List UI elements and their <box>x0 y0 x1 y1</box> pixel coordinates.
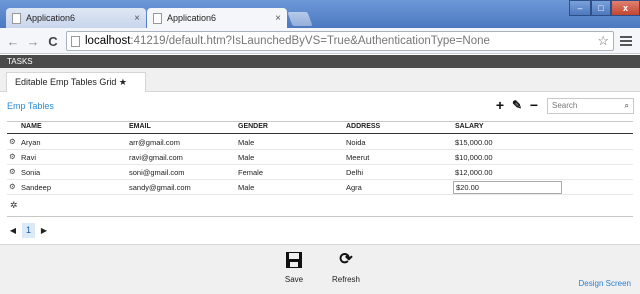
tab-label: Application6 <box>26 13 76 23</box>
salary-edit-input[interactable]: $20.00 <box>453 181 562 194</box>
row-gear-icon[interactable]: ⚙ <box>9 167 16 176</box>
search-icon[interactable]: ⌕ <box>625 99 629 113</box>
maximize-button[interactable]: □ <box>591 0 611 16</box>
tab-label: Application6 <box>167 13 217 23</box>
column-header-address[interactable]: ADDRESS <box>346 123 380 130</box>
forward-arrow-icon[interactable]: → <box>24 32 42 50</box>
page-icon <box>153 12 162 24</box>
command-bar: Save ⟳ Refresh Design Screen <box>0 244 640 294</box>
search-input[interactable]: Search ⌕ <box>547 98 634 114</box>
design-screen-link[interactable]: Design Screen <box>579 279 631 288</box>
close-tab-icon[interactable]: × <box>275 13 281 24</box>
close-tab-icon[interactable]: × <box>134 13 140 24</box>
cell-gender[interactable]: Male <box>238 153 254 162</box>
refresh-icon: ⟳ <box>339 251 353 268</box>
address-bar[interactable]: localhost:41219/default.htm?IsLaunchedBy… <box>66 31 614 51</box>
next-page-icon[interactable]: ▶ <box>38 226 50 235</box>
page-icon <box>12 12 21 24</box>
screen-tabs: Editable Emp Tables Grid ★ <box>0 68 640 92</box>
emp-table-grid: NAME EMAIL GENDER ADDRESS SALARY ⚙ Aryan… <box>7 121 633 217</box>
back-arrow-icon[interactable]: ← <box>4 32 22 50</box>
refresh-button[interactable]: ⟳ Refresh <box>326 251 366 284</box>
delete-icon[interactable]: − <box>528 97 540 113</box>
cell-address[interactable]: Noida <box>346 138 366 147</box>
column-header-email[interactable]: EMAIL <box>129 123 151 130</box>
url-rest: :41219/default.htm?IsLaunchedByVS=True&A… <box>130 35 490 47</box>
table-row[interactable]: ⚙ Sandeep sandy@gmail.com Male Agra $20.… <box>7 180 633 195</box>
cell-salary[interactable]: $15,000.00 <box>455 138 493 147</box>
pager: ◀ 1 ▶ <box>7 222 50 238</box>
new-row-icon[interactable]: ✲ <box>10 200 18 211</box>
save-disk-icon <box>285 251 303 269</box>
table-row[interactable]: ⚙ Aryan arr@gmail.com Male Noida $15,000… <box>7 135 633 150</box>
page-number-button[interactable]: 1 <box>22 222 35 238</box>
cell-email[interactable]: ravi@gmail.com <box>129 153 183 162</box>
row-gear-icon[interactable]: ⚙ <box>9 152 16 161</box>
cell-name[interactable]: Sonia <box>21 168 40 177</box>
browser-tab-1[interactable]: Application6 × <box>6 8 146 28</box>
previous-page-icon[interactable]: ◀ <box>7 226 19 235</box>
bookmark-star-icon[interactable]: ☆ <box>597 33 609 49</box>
cell-address[interactable]: Meerut <box>346 153 369 162</box>
edit-pencil-icon[interactable]: ✎ <box>511 98 523 112</box>
add-icon[interactable]: + <box>494 97 506 113</box>
menu-icon[interactable] <box>620 34 632 48</box>
save-label: Save <box>284 275 304 284</box>
reload-icon[interactable]: C <box>44 32 62 50</box>
tasks-bar: TASKS <box>0 55 640 68</box>
search-placeholder: Search <box>552 101 578 110</box>
row-gear-icon[interactable]: ⚙ <box>9 137 16 146</box>
url-host: localhost <box>85 35 131 47</box>
column-header-salary[interactable]: SALARY <box>455 123 484 130</box>
tab-editable-emp-tables-grid[interactable]: Editable Emp Tables Grid ★ <box>6 72 146 92</box>
cell-salary[interactable]: $12,000.00 <box>455 168 493 177</box>
header-divider <box>7 133 633 134</box>
minimize-button[interactable]: – <box>569 0 591 16</box>
column-header-name[interactable]: NAME <box>21 123 42 130</box>
refresh-label: Refresh <box>331 275 360 284</box>
browser-tab-2[interactable]: Application6 × <box>147 8 287 28</box>
cell-email[interactable]: soni@gmail.com <box>129 168 185 177</box>
close-window-button[interactable]: x <box>611 0 640 16</box>
cell-name[interactable]: Ravi <box>21 153 36 162</box>
table-row[interactable]: ⚙ Ravi ravi@gmail.com Male Meerut $10,00… <box>7 150 633 165</box>
table-row[interactable]: ⚙ Sonia soni@gmail.com Female Delhi $12,… <box>7 165 633 180</box>
cell-address[interactable]: Agra <box>346 183 362 192</box>
browser-toolbar: ← → C localhost:41219/default.htm?IsLaun… <box>0 28 640 54</box>
cell-name[interactable]: Aryan <box>21 138 41 147</box>
row-gear-icon[interactable]: ⚙ <box>9 182 16 191</box>
pin-star-icon[interactable]: ★ <box>119 77 127 87</box>
cell-email[interactable]: arr@gmail.com <box>129 138 180 147</box>
browser-titlebar: Application6 × Application6 × – □ x <box>0 0 640 28</box>
cell-salary[interactable]: $10,000.00 <box>455 153 493 162</box>
new-tab-button[interactable] <box>287 12 313 26</box>
save-button[interactable]: Save <box>274 251 314 284</box>
column-header-gender[interactable]: GENDER <box>238 123 268 130</box>
cell-gender[interactable]: Male <box>238 183 254 192</box>
cell-name[interactable]: Sandeep <box>21 183 51 192</box>
tab-label: Editable Emp Tables Grid <box>15 77 117 87</box>
cell-gender[interactable]: Female <box>238 168 263 177</box>
cell-gender[interactable]: Male <box>238 138 254 147</box>
cell-address[interactable]: Delhi <box>346 168 363 177</box>
page-icon <box>71 35 80 47</box>
cell-email[interactable]: sandy@gmail.com <box>129 183 191 192</box>
page-title: Emp Tables <box>7 101 54 111</box>
table-header: NAME EMAIL GENDER ADDRESS SALARY <box>7 122 633 133</box>
